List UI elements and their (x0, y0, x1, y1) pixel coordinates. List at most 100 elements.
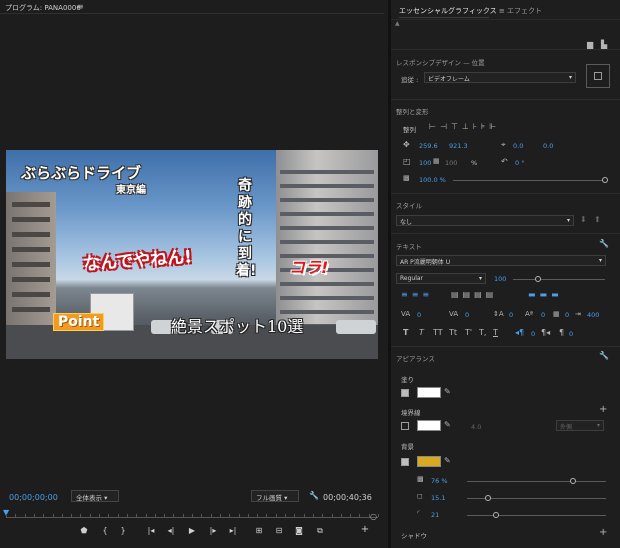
tab-width-value[interactable]: 400 (587, 311, 599, 319)
font-family-select[interactable]: AR P流麗明朝体 U ▾ (396, 255, 606, 266)
ruler-tick (368, 514, 370, 517)
kerning-value[interactable]: 0 (465, 311, 469, 319)
eyedropper-icon[interactable]: ✎ (444, 456, 451, 465)
wrench-icon[interactable]: 🔧 (309, 491, 319, 500)
pin-widget[interactable] (586, 64, 610, 88)
justify-buttons[interactable]: ▤▤▤▤ (451, 290, 497, 299)
play-icon[interactable]: ▶ (185, 526, 199, 535)
push-style-icon[interactable]: ⬇ (580, 215, 587, 224)
superscript-button[interactable]: T' (465, 328, 472, 337)
underline-button[interactable]: T (493, 328, 498, 337)
add-button-icon[interactable]: + (358, 524, 372, 535)
position-x[interactable]: 259.6 (419, 142, 438, 150)
paragraph-spacing-value[interactable]: 0 (569, 330, 573, 338)
style-select[interactable]: なし ▾ (396, 215, 574, 226)
anchor-icon: ⌖ (501, 140, 506, 149)
paragraph-spacing-icon[interactable]: ¶ (559, 328, 564, 337)
tab-essential-graphics[interactable]: エッセンシャルグラフィックス ≡ (399, 6, 505, 18)
eyedropper-icon[interactable]: ✎ (444, 420, 451, 429)
pin-to-select[interactable]: ビデオフレーム ▾ (424, 72, 576, 83)
wrench-icon[interactable]: 🔧 (599, 239, 609, 248)
fill-checkbox[interactable] (401, 389, 409, 397)
bg-opacity-value[interactable]: 76 % (431, 477, 448, 485)
opacity-value[interactable]: 100.0 % (419, 176, 446, 184)
anchor-y[interactable]: 0.0 (543, 142, 553, 150)
font-size-value[interactable]: 100 (494, 275, 506, 283)
end-marker: ○ (370, 512, 377, 521)
subscript-button[interactable]: T, (479, 328, 486, 337)
ruler-tick (331, 514, 333, 517)
bg-opacity-knob[interactable] (569, 478, 576, 484)
tracking-value[interactable]: 0 (417, 311, 421, 319)
new-layer-icon[interactable]: ▙ (601, 40, 607, 49)
video-frame[interactable]: ぶらぶらドライブ 東京編 なんでやねん! 奇跡的に到着! コラ! Point 絶… (6, 150, 378, 359)
bg-opacity-slider[interactable] (467, 481, 606, 482)
add-stroke-icon[interactable]: + (599, 404, 607, 415)
ruler-tick (182, 514, 184, 517)
background-color-swatch[interactable] (417, 456, 441, 467)
add-marker-icon[interactable]: ⬟ (77, 526, 91, 535)
eyedropper-icon[interactable]: ✎ (444, 387, 451, 396)
faux-italic-button[interactable]: T (419, 328, 424, 337)
compare-view-icon[interactable]: ⧉ (313, 526, 327, 536)
bg-radius-knob[interactable] (493, 512, 500, 518)
mark-in-icon[interactable]: { (98, 526, 112, 535)
background-checkbox[interactable] (401, 458, 409, 466)
new-folder-icon[interactable]: ▆ (587, 40, 593, 49)
step-back-icon[interactable]: ◂| (164, 526, 178, 535)
tsume-value[interactable]: 0 (565, 311, 569, 319)
overwrite-icon[interactable]: ⊟ (272, 526, 286, 535)
anchor-x[interactable]: 0.0 (513, 142, 523, 150)
indent-right-icon[interactable]: ¶◂ (541, 328, 550, 337)
overlay-kora: コラ! (289, 258, 329, 277)
opacity-knob[interactable] (602, 177, 608, 183)
step-forward-icon[interactable]: |▸ (206, 526, 220, 535)
baseline-value[interactable]: 0 (541, 311, 545, 319)
leading-value[interactable]: 0 (509, 311, 513, 319)
current-timecode[interactable]: 00;00;00;00 (9, 493, 58, 502)
text-align-buttons[interactable]: ≡≡≡ (401, 290, 433, 299)
go-to-out-icon[interactable]: ▸| (226, 526, 240, 535)
stroke-position-select[interactable]: 外側 ▾ (556, 420, 604, 431)
opacity-slider[interactable] (453, 180, 605, 181)
tab-effects[interactable]: エフェクト (507, 6, 542, 16)
all-caps-button[interactable]: TT (433, 328, 443, 337)
ruler-tick (275, 514, 277, 517)
zoom-select[interactable]: 全体表示 ▾ (71, 490, 119, 502)
scale-value[interactable]: 100 (419, 159, 431, 167)
export-frame-icon[interactable]: ◙ (292, 526, 306, 535)
align-buttons[interactable]: ⊢⊣⊤⊥⊦⊧⊩ (429, 122, 500, 131)
mark-out-icon[interactable]: } (116, 526, 130, 535)
font-size-slider[interactable] (513, 279, 605, 280)
small-caps-button[interactable]: Tt (449, 328, 457, 337)
indent-left-value[interactable]: 0 (531, 330, 535, 338)
add-shadow-icon[interactable]: + (599, 527, 607, 538)
link-scale-icon[interactable]: ▦ (433, 157, 440, 165)
layer-scroll-indicator: ▲ (395, 20, 400, 27)
stroke-color-swatch[interactable] (417, 420, 441, 431)
go-to-in-icon[interactable]: |◂ (144, 526, 158, 535)
stroke-width[interactable]: 4.0 (471, 423, 481, 431)
time-ruler[interactable]: ▼ ○ (3, 506, 379, 521)
faux-bold-button[interactable]: T (403, 328, 408, 337)
program-monitor-title[interactable]: プログラム: PANA0006 (5, 3, 81, 13)
ruler-tick (61, 514, 63, 517)
bg-size-knob[interactable] (484, 495, 491, 501)
position-y[interactable]: 921.3 (449, 142, 468, 150)
rotation-value[interactable]: 0 ° (515, 159, 524, 167)
insert-icon[interactable]: ⊞ (252, 526, 266, 535)
sync-style-icon[interactable]: ⬆ (594, 215, 601, 224)
ruler-tick (378, 514, 379, 517)
fill-color-swatch[interactable] (417, 387, 441, 398)
vertical-align-buttons[interactable]: ▬▬▬ (528, 290, 563, 299)
font-size-knob[interactable] (534, 276, 541, 282)
bg-radius-slider[interactable] (467, 515, 606, 516)
bg-size-value[interactable]: 15.1 (431, 494, 445, 502)
indent-left-icon[interactable]: ◂¶ (515, 328, 524, 337)
bg-radius-value[interactable]: 21 (431, 511, 439, 519)
stroke-checkbox[interactable] (401, 422, 409, 430)
quality-select[interactable]: フル画質 ▾ (251, 490, 299, 502)
hamburger-menu-icon[interactable]: ≡ (77, 2, 84, 11)
font-style-select[interactable]: Regular ▾ (396, 273, 486, 284)
wrench-icon[interactable]: 🔧 (599, 351, 609, 360)
